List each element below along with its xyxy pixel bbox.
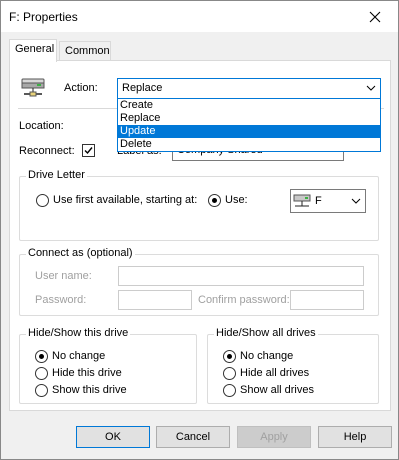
show-this-drive-label: Show this drive: [52, 384, 127, 396]
use-drive-radio[interactable]: [208, 194, 221, 207]
apply-button[interactable]: Apply: [237, 426, 311, 448]
hide-this-drive-label: Hide this drive: [52, 367, 122, 379]
network-drive-icon: [293, 194, 311, 207]
username-label: User name:: [35, 270, 92, 282]
location-label: Location:: [19, 120, 64, 132]
password-label: Password:: [35, 294, 87, 306]
confirm-password-input[interactable]: [290, 290, 364, 310]
tab-common[interactable]: Common: [59, 41, 111, 61]
action-option-replace[interactable]: Replace: [118, 112, 380, 125]
drive-no-change-radio[interactable]: [35, 350, 48, 363]
all-no-change-label: No change: [240, 350, 294, 362]
close-button[interactable]: [352, 1, 398, 32]
username-input[interactable]: [118, 266, 364, 286]
use-drive-label: Use:: [225, 194, 248, 206]
show-this-drive-radio[interactable]: [35, 384, 48, 397]
show-all-drives-radio[interactable]: [223, 384, 236, 397]
hide-show-all-group: Hide/Show all drives No change Hide all …: [207, 327, 379, 404]
hide-all-drives-label: Hide all drives: [240, 367, 310, 379]
title-bar: F: Properties: [1, 1, 398, 32]
action-option-update[interactable]: Update: [118, 125, 380, 138]
drive-letter-value: F: [315, 195, 322, 207]
window-title: F: Properties: [9, 10, 78, 24]
use-first-available-label: Use first available, starting at:: [53, 194, 198, 206]
tab-common-label: Common: [65, 45, 110, 57]
action-dropdown-list: Create Replace Update Delete: [117, 98, 381, 152]
connect-as-legend: Connect as (optional): [26, 247, 135, 259]
action-label-text: Action:: [64, 82, 98, 94]
action-label: Action:: [64, 82, 98, 94]
apply-button-label: Apply: [260, 431, 288, 443]
action-option-delete[interactable]: Delete: [118, 138, 380, 151]
reconnect-label: Reconnect:: [19, 145, 75, 157]
hide-this-drive-radio[interactable]: [35, 367, 48, 380]
drive-letter-legend: Drive Letter: [26, 169, 87, 181]
hide-show-drive-legend: Hide/Show this drive: [26, 327, 131, 339]
drive-no-change-label: No change: [52, 350, 106, 362]
checkmark-icon: [84, 147, 93, 155]
all-no-change-radio[interactable]: [223, 350, 236, 363]
ok-button-label: OK: [105, 431, 121, 443]
tab-general[interactable]: General: [9, 39, 57, 62]
hide-show-all-legend: Hide/Show all drives: [214, 327, 318, 339]
chevron-down-icon: [351, 198, 361, 204]
network-drive-icon: [21, 78, 45, 97]
chevron-down-icon: [366, 85, 376, 91]
drive-letter-select[interactable]: F: [290, 189, 366, 213]
ok-button[interactable]: OK: [76, 426, 150, 448]
properties-dialog: F: Properties General Common Action: Rep…: [0, 0, 399, 460]
hide-all-drives-radio[interactable]: [223, 367, 236, 380]
connect-as-group: Connect as (optional) User name: Passwor…: [19, 247, 379, 316]
tab-general-label: General: [15, 43, 55, 55]
cancel-button[interactable]: Cancel: [156, 426, 230, 448]
reconnect-checkbox[interactable]: [82, 144, 95, 157]
confirm-password-label: Confirm password:: [198, 294, 290, 306]
action-select[interactable]: Replace: [117, 78, 381, 99]
drive-letter-group: Drive Letter Use first available, starti…: [19, 169, 379, 241]
close-icon: [369, 11, 381, 22]
action-select-value: Replace: [122, 82, 163, 94]
show-all-drives-label: Show all drives: [240, 384, 314, 396]
help-button-label: Help: [343, 431, 367, 443]
cancel-button-label: Cancel: [175, 431, 211, 443]
password-input[interactable]: [118, 290, 192, 310]
help-button[interactable]: Help: [318, 426, 392, 448]
use-first-available-radio[interactable]: [36, 194, 49, 207]
hide-show-drive-group: Hide/Show this drive No change Hide this…: [19, 327, 197, 404]
action-option-create[interactable]: Create: [118, 99, 380, 112]
